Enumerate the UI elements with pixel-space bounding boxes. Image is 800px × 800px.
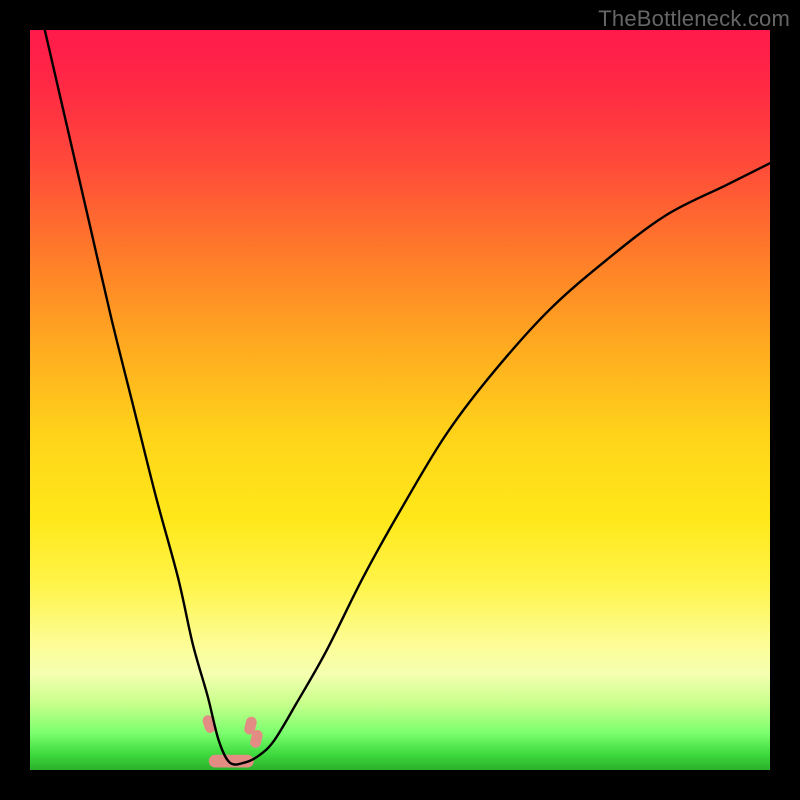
watermark-text: TheBottleneck.com xyxy=(598,6,790,32)
plot-area xyxy=(30,30,770,770)
chart-frame: TheBottleneck.com xyxy=(0,0,800,800)
bottleneck-curve xyxy=(45,30,770,765)
curve-layer xyxy=(30,30,770,770)
